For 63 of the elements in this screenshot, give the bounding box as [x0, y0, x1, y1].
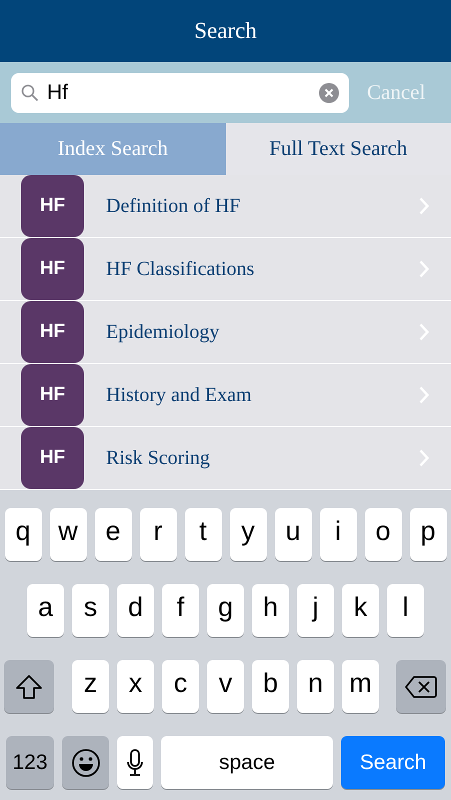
letter-key[interactable]: m — [342, 660, 379, 713]
search-icon — [21, 84, 39, 102]
result-row[interactable]: HF History and Exam — [0, 364, 451, 427]
backspace-icon — [405, 674, 437, 698]
screen-title: Search — [194, 16, 257, 45]
letter-key[interactable]: j — [297, 584, 334, 637]
result-row[interactable]: HF Epidemiology — [0, 301, 451, 364]
chevron-icon — [419, 386, 429, 404]
letter-key[interactable]: r — [140, 508, 176, 561]
result-row[interactable]: HF Risk Scoring — [0, 427, 451, 490]
letter-key[interactable]: o — [364, 508, 402, 561]
numbers-key[interactable]: 123 — [6, 736, 54, 789]
badge: HF — [21, 301, 84, 363]
shift-key[interactable] — [4, 660, 54, 713]
letter-key[interactable]: h — [252, 584, 289, 637]
result-title: Risk Scoring — [106, 446, 210, 471]
search-key[interactable]: Search — [341, 736, 445, 789]
letter-key[interactable]: w — [50, 508, 86, 561]
letter-key[interactable]: n — [297, 660, 334, 713]
letter-key[interactable]: z — [72, 660, 109, 713]
letter-key[interactable]: f — [162, 584, 199, 637]
badge: HF — [21, 364, 84, 426]
letter-key[interactable]: p — [410, 508, 446, 561]
result-title: Definition of HF — [106, 194, 240, 219]
result-title: History and Exam — [106, 383, 252, 408]
result-row[interactable]: HF HF Classifications — [0, 238, 451, 301]
letter-key[interactable]: b — [252, 660, 289, 713]
smiley-icon — [70, 748, 100, 778]
letter-key[interactable]: i — [320, 508, 356, 561]
letter-key[interactable]: e — [94, 508, 132, 561]
letter-key[interactable]: l — [387, 584, 424, 637]
emoji-key[interactable] — [62, 736, 109, 789]
chevron-icon — [419, 449, 429, 467]
chevron-icon — [419, 323, 429, 341]
letter-key[interactable]: v — [207, 660, 244, 713]
search-field[interactable]: Hf — [11, 72, 349, 112]
result-title: HF Classifications — [106, 257, 254, 282]
letter-key[interactable]: x — [117, 660, 154, 713]
letter-key[interactable]: a — [27, 584, 64, 637]
letter-key[interactable]: s — [72, 584, 109, 637]
letter-key[interactable]: t — [184, 508, 222, 561]
letter-key[interactable]: q — [4, 508, 42, 561]
letter-key[interactable]: c — [162, 660, 199, 713]
badge: HF — [21, 175, 84, 237]
clear-icon[interactable] — [319, 82, 339, 102]
badge: HF — [21, 427, 84, 489]
letter-key[interactable]: k — [342, 584, 379, 637]
search-input[interactable]: Hf — [47, 76, 287, 108]
chevron-icon — [419, 260, 429, 278]
badge: HF — [21, 238, 84, 300]
letter-key[interactable]: u — [274, 508, 312, 561]
shift-icon — [15, 674, 43, 700]
space-key[interactable]: space — [161, 736, 333, 789]
backspace-key[interactable] — [396, 660, 446, 713]
letter-key[interactable]: d — [117, 584, 154, 637]
microphone-key[interactable] — [117, 736, 153, 789]
microphone-icon — [126, 748, 144, 776]
chevron-icon — [419, 197, 429, 215]
tab[interactable]: Full Text Search — [226, 123, 451, 175]
letter-key[interactable]: g — [207, 584, 244, 637]
letter-key[interactable]: y — [230, 508, 266, 561]
result-row[interactable]: HF Definition of HF — [0, 175, 451, 238]
result-title: Epidemiology — [106, 320, 220, 345]
